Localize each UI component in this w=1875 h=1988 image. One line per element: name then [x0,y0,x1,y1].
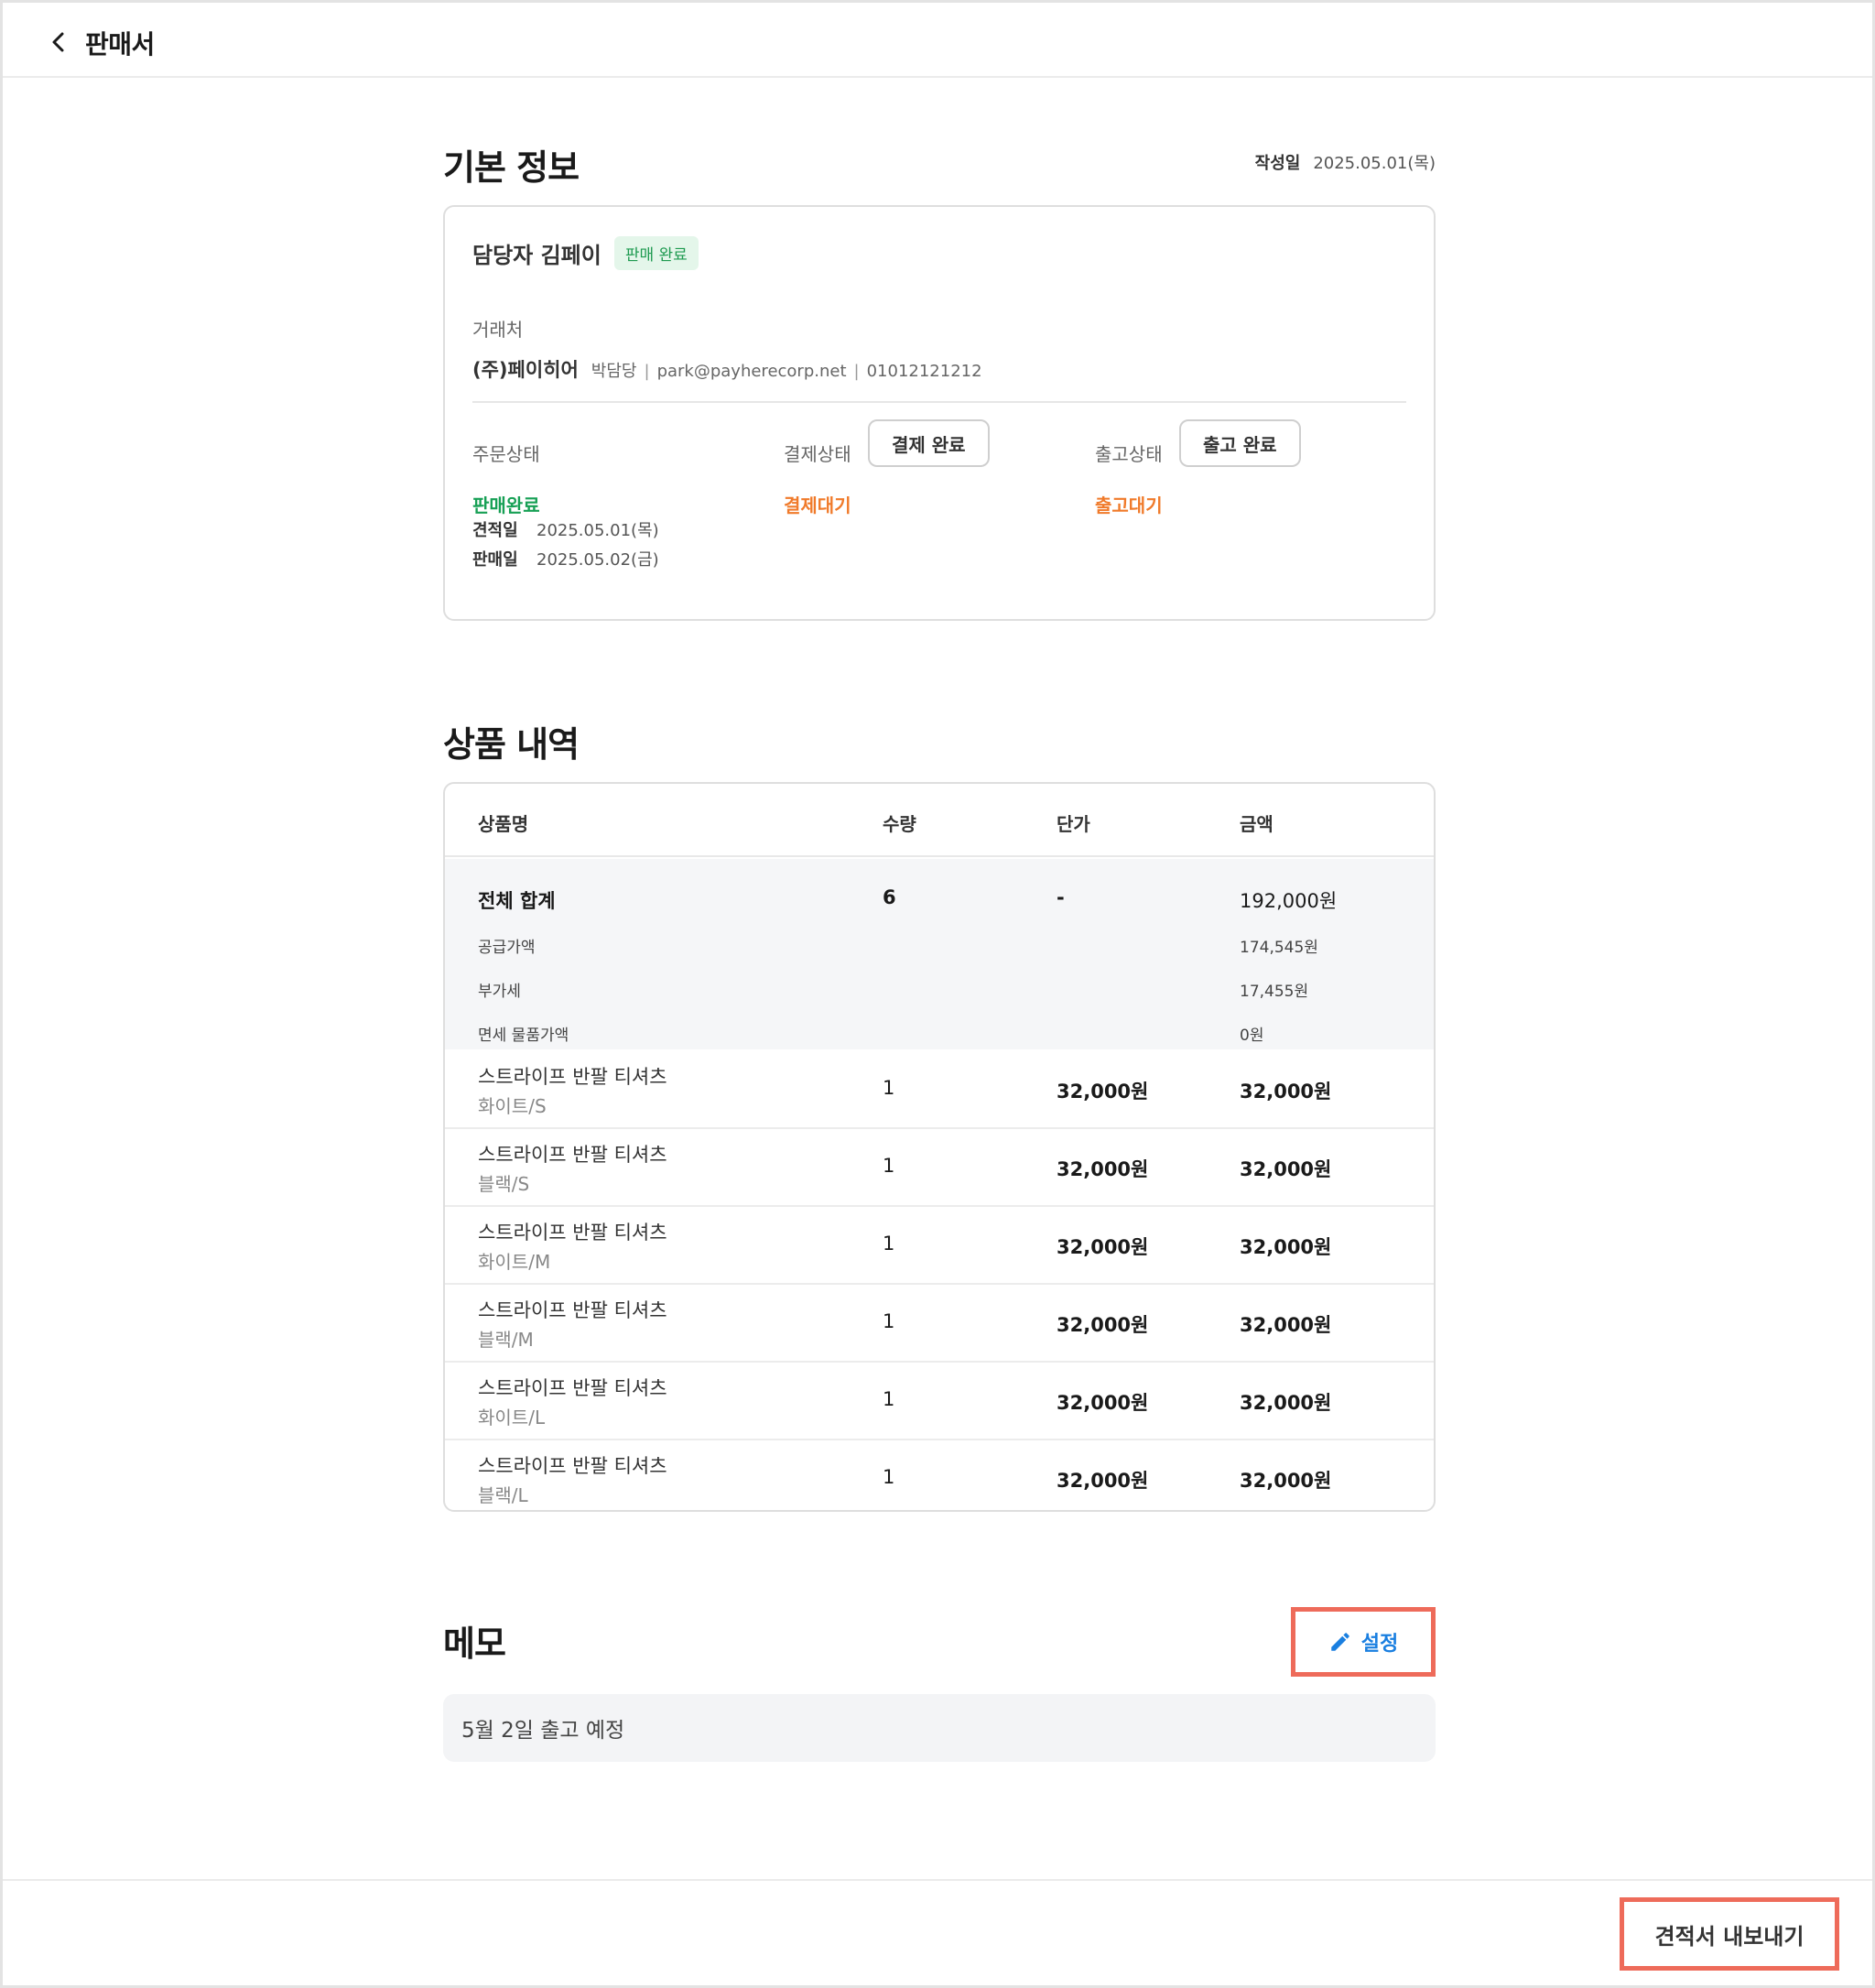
table-header: 상품명 수량 단가 금액 [445,784,1434,857]
product-qty: 1 [883,1388,895,1410]
column-header: 상품명 [478,813,529,835]
footer-bar: 견적서 내보내기 [3,1879,1872,1985]
product-option: 화이트/S [478,1095,547,1117]
estimate-date-label: 견적일 [472,521,518,540]
divider [472,401,1406,403]
memo-content: 5월 2일 출고 예정 [443,1694,1436,1762]
table-row[interactable]: 스트라이프 반팔 티셔츠 화이트/S 1 32,000원 32,000원 [445,1051,1434,1129]
product-option: 블랙/S [478,1173,530,1195]
client-row: (주)페이히어 박담당 | park@payherecorp.net | 0101212… [472,355,982,383]
table-row[interactable]: 스트라이프 반팔 티셔츠 블랙/L 1 32,000원 32,000원 [445,1440,1434,1510]
shipping-status-value: 출고대기 [1095,494,1163,516]
table-row[interactable]: 스트라이프 반팔 티셔츠 화이트/M 1 32,000원 32,000원 [445,1207,1434,1285]
column-header: 수량 [883,813,916,835]
pencil-icon [1331,1633,1349,1651]
sale-date: 2025.05.02(금) [536,550,659,570]
chevron-left-icon [52,32,64,52]
status-badge: 판매 완료 [613,236,699,270]
memo-title: 메모 [443,1624,506,1664]
product-qty: 1 [883,1310,895,1332]
order-status-label: 주문상태 [472,443,540,465]
estimate-date: 2025.05.01(목) [536,521,659,540]
table-row[interactable]: 스트라이프 반팔 티셔츠 블랙/S 1 32,000원 32,000원 [445,1129,1434,1207]
table-row[interactable]: 스트라이프 반팔 티셔츠 화이트/L 1 32,000원 32,000원 [445,1363,1434,1440]
client-meta: 박담당 | park@payherecorp.net | 01012121212 [591,362,982,381]
product-unit-price: 32,000원 [1057,1236,1149,1258]
product-name: 스트라이프 반팔 티셔츠 [478,1144,667,1166]
order-status-value: 판매완료 [472,494,540,516]
vat-label: 부가세 [478,983,521,1001]
created-label: 작성일 [1254,154,1301,173]
supply-amount: 174,545원 [1240,939,1318,957]
product-amount: 32,000원 [1240,1236,1332,1258]
created-value: 2025.05.01(목) [1313,154,1436,173]
client-phone: 01012121212 [866,362,982,381]
basic-info-title: 기본 정보 [443,147,580,188]
product-name: 스트라이프 반팔 티셔츠 [478,1066,667,1088]
payment-complete-button[interactable]: 결제 완료 [868,419,990,467]
product-amount: 32,000원 [1240,1470,1332,1492]
supply-label: 공급가액 [478,939,536,957]
product-name: 스트라이프 반팔 티셔츠 [478,1222,667,1244]
shipping-complete-button[interactable]: 출고 완료 [1179,419,1301,467]
product-name: 스트라이프 반팔 티셔츠 [478,1377,667,1399]
product-unit-price: 32,000원 [1057,1314,1149,1336]
client-email: park@payherecorp.net [656,362,847,381]
product-option: 블랙/M [478,1329,534,1351]
product-qty: 1 [883,1233,895,1255]
client-name: (주)페이히어 [472,359,579,381]
product-amount: 32,000원 [1240,1081,1332,1103]
product-qty: 1 [883,1077,895,1099]
payment-status-value: 결제대기 [784,494,851,516]
product-option: 화이트/M [478,1251,551,1273]
table-row[interactable]: 스트라이프 반팔 티셔츠 블랙/M 1 32,000원 32,000원 [445,1285,1434,1363]
export-estimate-button[interactable]: 견적서 내보내기 [1620,1897,1839,1971]
export-estimate-label: 견적서 내보내기 [1654,1923,1805,1950]
memo-edit-label: 설정 [1360,1633,1399,1656]
product-name: 스트라이프 반팔 티셔츠 [478,1299,667,1321]
taxfree-amount: 0원 [1240,1027,1264,1045]
product-amount: 32,000원 [1240,1158,1332,1180]
products-title: 상품 내역 [443,724,580,765]
product-name: 스트라이프 반팔 티셔츠 [478,1455,667,1477]
product-option: 화이트/L [478,1407,546,1429]
product-unit-price: 32,000원 [1057,1158,1149,1180]
product-unit-price: 32,000원 [1057,1081,1149,1103]
vat-amount: 17,455원 [1240,983,1309,1001]
total-label: 전체 합계 [478,890,556,912]
memo-edit-button[interactable]: 설정 [1291,1607,1436,1677]
taxfree-label: 면세 물품가액 [478,1027,569,1045]
back-button[interactable] [43,27,74,58]
total-summary: 전체 합계 6 - 192,000원 공급가액 174,545원 부가세 17,… [445,859,1434,1049]
client-label: 거래처 [472,319,524,341]
basic-info-card: 담당자 김페이 판매 완료 거래처 (주)페이히어 박담당 | park@payhe… [443,205,1436,621]
sale-date-label: 판매일 [472,550,518,570]
product-unit-price: 32,000원 [1057,1392,1149,1414]
top-bar: 판매서 [3,3,1872,78]
column-header: 단가 [1057,813,1090,835]
manager-name: 담당자 김페이 [472,243,602,268]
total-unit: - [1057,886,1065,908]
total-qty: 6 [883,886,896,908]
total-amount: 192,000원 [1240,890,1338,912]
payment-status-label: 결제상태 [784,443,851,465]
date-list: 견적일 2025.05.01(목) 판매일 2025.05.02(금) [472,516,659,575]
page-title: 판매서 [85,29,155,60]
product-option: 블랙/L [478,1484,528,1506]
shipping-status-label: 출고상태 [1095,443,1163,465]
products-table: 상품명 수량 단가 금액 전체 합계 6 - 192,000원 공급가액 174… [443,782,1436,1512]
manager-row: 담당자 김페이 판매 완료 [472,236,699,270]
product-amount: 32,000원 [1240,1314,1332,1336]
product-qty: 1 [883,1155,895,1177]
created-date: 작성일 2025.05.01(목) [1255,150,1436,174]
product-amount: 32,000원 [1240,1392,1332,1414]
product-unit-price: 32,000원 [1057,1470,1149,1492]
column-header: 금액 [1240,813,1273,835]
product-qty: 1 [883,1466,895,1488]
client-contact: 박담당 [591,362,637,381]
